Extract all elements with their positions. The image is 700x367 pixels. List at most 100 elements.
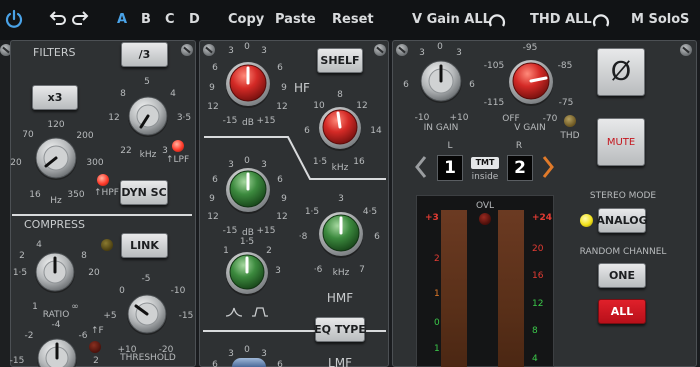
hmf-label: HMF bbox=[326, 291, 354, 305]
lpf-scale-5: 5 bbox=[144, 77, 150, 87]
phase-invert-button[interactable]: Ø bbox=[597, 48, 645, 96]
hmf-freq-unit: kHz bbox=[332, 268, 350, 278]
hf-gain-knob[interactable] bbox=[224, 60, 272, 108]
left-rail bbox=[0, 40, 10, 367]
channel-next-arrow-icon[interactable] bbox=[540, 154, 556, 180]
hmf-frequency-knob[interactable] bbox=[317, 210, 365, 258]
threshold-label: THRESHOLD bbox=[120, 353, 176, 363]
hmf-q-scale-3: 3 bbox=[275, 266, 281, 276]
meter-left-scale-1b: 1 bbox=[434, 344, 440, 354]
filters-title: FILTERS bbox=[33, 46, 76, 59]
hpf-frequency-knob[interactable] bbox=[33, 135, 79, 181]
meter-right-scale-4: 4 bbox=[532, 354, 538, 364]
power-icon[interactable] bbox=[4, 9, 24, 29]
in-gain-label: IN GAIN bbox=[423, 123, 459, 133]
channel-prev-arrow-icon[interactable] bbox=[413, 154, 429, 180]
copy-button[interactable]: Copy bbox=[228, 11, 264, 29]
ratio-label: RATIO bbox=[42, 310, 70, 320]
in-gain-scale-3r: 3 bbox=[456, 48, 462, 58]
ratio-scale-4: 4 bbox=[36, 240, 42, 250]
slot-c-button[interactable]: C bbox=[165, 11, 175, 29]
slot-a-button[interactable]: A bbox=[117, 11, 127, 29]
vgain-all-toggle-icon[interactable] bbox=[487, 10, 507, 30]
mono-solo-button[interactable]: M Solo bbox=[631, 11, 680, 29]
release-scale-m2: -2 bbox=[24, 331, 34, 341]
hmf-gain-scale-9l: 9 bbox=[209, 194, 215, 204]
release-knob[interactable] bbox=[35, 336, 79, 367]
fast-attack-label: ↑F bbox=[91, 326, 104, 336]
ovl-led bbox=[479, 213, 491, 225]
thd-all-button[interactable]: THD ALL bbox=[530, 11, 592, 29]
ratio-knob[interactable] bbox=[33, 250, 77, 294]
mute-button[interactable]: MUTE bbox=[597, 118, 645, 166]
thd-all-toggle-icon[interactable] bbox=[591, 10, 611, 30]
side-solo-button[interactable]: S bbox=[680, 11, 689, 29]
lpf-scale-3-5: 3·5 bbox=[176, 113, 192, 123]
random-channel-all-button[interactable]: ALL bbox=[598, 299, 646, 324]
lmf-gain-scale-0: 0 bbox=[244, 345, 250, 355]
link-button[interactable]: LINK bbox=[121, 233, 168, 258]
release-scale-m6: -6 bbox=[78, 331, 88, 341]
v-gain-scale-m115: -115 bbox=[483, 98, 505, 108]
ratio-scale-2: 2 bbox=[19, 251, 25, 261]
hf-gain-scale-9l: 9 bbox=[209, 83, 215, 93]
ratio-scale-8: 8 bbox=[81, 251, 87, 261]
input-gain-knob[interactable] bbox=[418, 58, 464, 104]
threshold-scale-m5: -5 bbox=[141, 274, 151, 284]
hmf-freq-scale-3: 3 bbox=[338, 194, 344, 204]
random-channel-one-button[interactable]: ONE bbox=[598, 263, 646, 288]
lpf-frequency-knob[interactable] bbox=[126, 94, 170, 138]
hf-label: HF bbox=[294, 81, 310, 95]
hmf-q-shape-icon bbox=[225, 307, 268, 317]
vgain-all-button[interactable]: V Gain ALL bbox=[412, 11, 491, 29]
slot-d-button[interactable]: D bbox=[189, 11, 200, 29]
hmf-gain-scale-0: 0 bbox=[244, 156, 250, 166]
hf-gain-unit: dB bbox=[242, 118, 254, 128]
hmf-gain-scale-6l: 6 bbox=[212, 175, 218, 185]
hmf-gain-knob[interactable] bbox=[224, 166, 272, 214]
hmf-gain-scale-12l: 12 bbox=[207, 212, 219, 222]
paste-button[interactable]: Paste bbox=[275, 11, 316, 29]
hf-gain-scale-9r: 9 bbox=[281, 83, 287, 93]
threshold-knob[interactable] bbox=[125, 292, 169, 336]
lmf-gain-scale-6r: 6 bbox=[277, 360, 283, 367]
slot-b-button[interactable]: B bbox=[141, 11, 151, 29]
hf-gain-scale-p15: +15 bbox=[256, 116, 276, 126]
in-gain-scale-p10: +10 bbox=[449, 113, 469, 123]
v-gain-scale-m95: -95 bbox=[522, 43, 538, 53]
hmf-freq-scale-08: ·8 bbox=[298, 232, 308, 242]
release-scale-m15: -15 bbox=[9, 356, 25, 366]
hpf-div3-button[interactable]: /3 bbox=[121, 42, 168, 67]
hmf-gain-scale-6r: 6 bbox=[277, 175, 283, 185]
fast-attack-led bbox=[89, 341, 101, 353]
reset-button[interactable]: Reset bbox=[332, 11, 374, 29]
redo-icon[interactable] bbox=[70, 9, 90, 29]
in-gain-scale-m10: -10 bbox=[414, 113, 430, 123]
ratio-scale-20: 20 bbox=[88, 268, 100, 278]
tmt-inside-label: inside bbox=[471, 172, 499, 182]
stereo-mode-analog-button[interactable]: ANALOG bbox=[596, 208, 648, 233]
ovl-label: OVL bbox=[475, 201, 495, 211]
stereo-mode-title: STEREO MODE bbox=[589, 191, 657, 201]
hf-freq-scale-8: 8 bbox=[337, 90, 343, 100]
in-gain-scale-3l: 3 bbox=[419, 48, 425, 58]
hf-gain-scale-6r: 6 bbox=[277, 63, 283, 73]
v-gain-label: V GAIN bbox=[514, 123, 546, 133]
meter-left-scale-0: 0 bbox=[434, 318, 440, 328]
hpf-x3-button[interactable]: x3 bbox=[32, 85, 78, 110]
hmf-lmf-divider-right bbox=[366, 330, 386, 332]
in-gain-scale-0: 0 bbox=[437, 42, 443, 52]
v-gain-knob[interactable] bbox=[507, 58, 555, 106]
hmf-freq-scale-06: ·6 bbox=[313, 265, 323, 275]
hpf-scale-120: 120 bbox=[47, 120, 65, 130]
lmf-gain-knob[interactable] bbox=[232, 358, 266, 367]
hmf-q-knob[interactable] bbox=[224, 250, 270, 296]
undo-icon[interactable] bbox=[48, 9, 68, 29]
hpf-scale-20: 20 bbox=[10, 158, 22, 168]
hmf-lmf-divider-left bbox=[203, 330, 315, 332]
dyn-sc-button[interactable]: DYN SC bbox=[120, 180, 168, 205]
shelf-button[interactable]: SHELF bbox=[317, 48, 363, 73]
eq-type-button[interactable]: EQ TYPE bbox=[314, 317, 366, 342]
meter-right-scale-16: 16 bbox=[532, 271, 544, 281]
meter-left-scale-p3: +3 bbox=[425, 213, 439, 223]
